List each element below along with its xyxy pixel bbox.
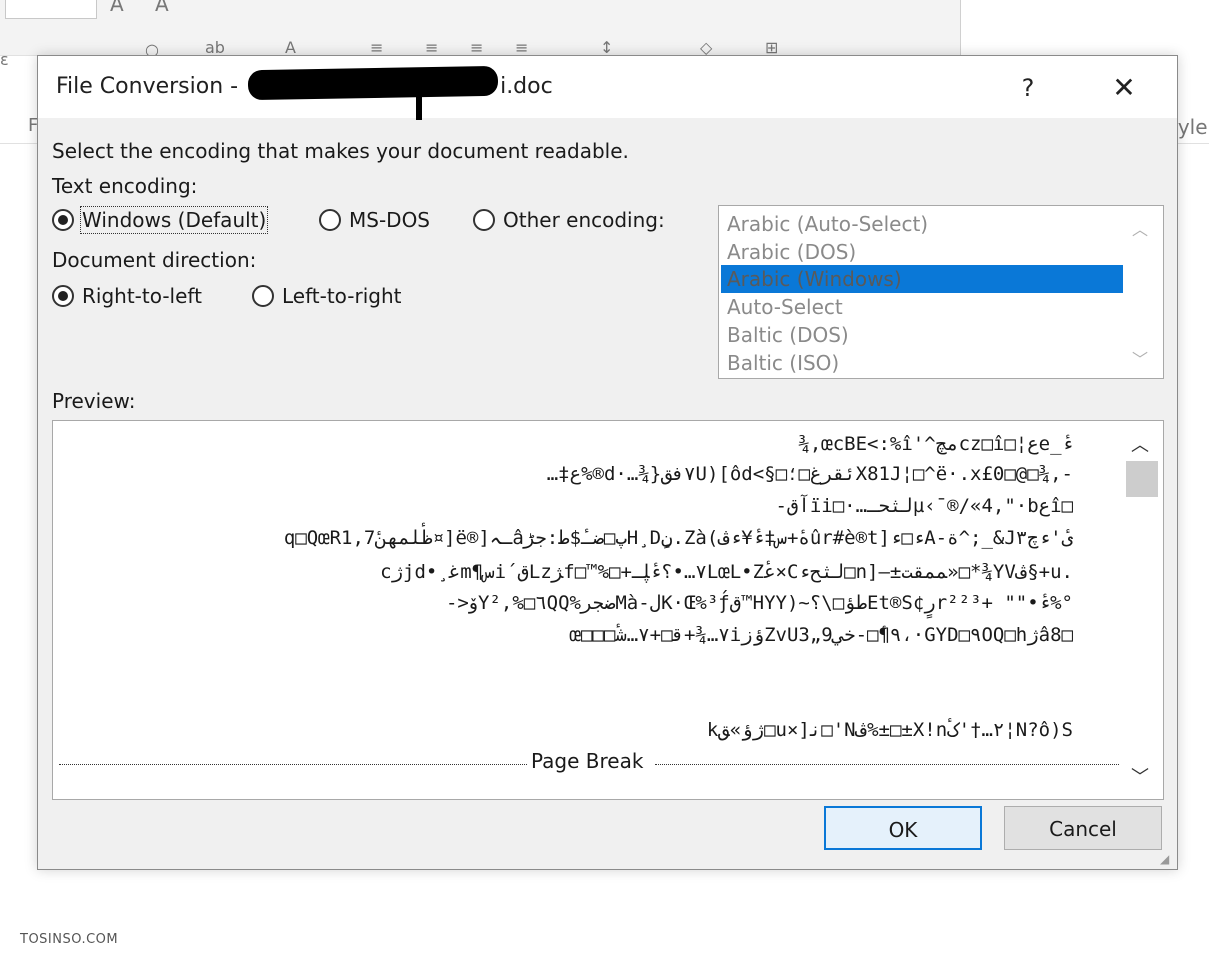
radio-right-to-left[interactable]: Right-to-left [52,280,202,312]
radio-circle[interactable] [473,209,495,231]
preview-line: cژjd•¸غ‍m¶سi´قL‍z‍ژf□™%□+٧…•؟ءٔ‍ڸـLœL•Zع… [380,561,1073,583]
document-direction-label: Document direction: [52,248,257,272]
radio-other-encoding[interactable]: Other encoding: [473,204,665,236]
radio-right-to-left-label[interactable]: Right-to-left [82,284,202,308]
ok-button[interactable]: OK [824,806,982,850]
redaction-mark [247,65,499,101]
redaction-mark-tail [416,70,422,120]
encoding-listbox[interactable]: Arabic (Auto-Select) Arabic (DOS) Arabic… [718,205,1164,379]
chevron-down-icon[interactable]: ﹀ [1131,763,1149,789]
radio-windows-default[interactable]: Windows (Default) [52,204,269,236]
cancel-button[interactable]: Cancel [1004,806,1162,850]
page-break-divider [59,764,527,765]
preview-line: kژؤ»‍ق□u×]ن‍□'Nڤ%±□±X!n٢…†'کٔ¦N?ô)S [706,719,1073,741]
radio-left-to-right[interactable]: Left-to-right [252,280,402,312]
ribbon-fragment-icon: ɛ [0,50,9,69]
encoding-option[interactable]: Auto-Select [721,293,1123,321]
font-size-box[interactable] [5,0,97,19]
encoding-option-selected[interactable]: Arabic (Windows) [721,265,1123,293]
help-button[interactable]: ? [1008,70,1048,106]
radio-ms-dos-label[interactable]: MS-DOS [349,208,430,232]
chevron-up-icon[interactable]: ︿ [1132,216,1148,240]
encoding-option[interactable]: Arabic (DOS) [721,238,1123,266]
preview-label: Preview: [52,389,136,413]
dialog-title-suffix: i.doc [500,74,553,99]
dialog-title-prefix: File Conversion - [56,74,246,99]
encoding-option[interactable]: Baltic (DOS) [721,321,1123,349]
preview-line: -آقïi□·…لثحـµ‹¯®/«4,"·bعî□ [775,495,1074,517]
preview-line: ¾,œcBE<:%î'^مچcz□î□¦عe_ءٔ [798,433,1073,455]
radio-circle-checked[interactable] [52,209,74,231]
encoding-option[interactable]: Baltic (ISO) [721,349,1123,377]
encoding-option[interactable]: Arabic (Auto-Select) [721,210,1123,238]
instruction-text: Select the encoding that makes your docu… [52,139,629,163]
preview-line: œ□□□٧…¾+ق‍□+٧…شٔ‍iؤزZvU3„9٩‍¶ٔ‍□-خي،·GYD… [569,624,1073,646]
preview-pane[interactable]: ¾,œcBE<:%î'^مچcz□î□¦عe_ءٔ …‡ع%®d·…¾}٧فقU… [52,420,1164,800]
file-conversion-dialog: File Conversion - i.doc ? ✕ Select the e… [37,55,1178,870]
preview-line: ->ۆY²,%□٦QQ%ض‍جرMà-لK·Œ%³ƒ́ق™HYY)~طؤ‍□\؟… [445,592,1073,614]
page-break-label: Page Break [531,749,644,773]
preview-line: q□QœRظٔلمهنٔ1,7¤]ë®]ـہâپ□ضـٔ$ط:جڑH¸Dٍن.Z… [283,527,1073,549]
watermark: TOSINSO.COM [20,932,119,947]
radio-left-to-right-label[interactable]: Left-to-right [282,284,402,308]
dialog-title-bar[interactable]: File Conversion - i.doc ? ✕ [38,56,1177,120]
radio-windows-label[interactable]: Windows (Default) [79,206,269,234]
close-icon[interactable]: ✕ [1104,70,1144,106]
radio-circle-checked[interactable] [52,285,74,307]
chevron-up-icon[interactable]: ︿ [1131,431,1149,457]
resize-grip-icon[interactable]: ◢ [1160,852,1174,866]
radio-other-encoding-label[interactable]: Other encoding: [503,208,665,232]
radio-circle[interactable] [319,209,341,231]
ribbon-divider [960,0,961,55]
preview-line: …‡ع%®d·…¾}٧فقU)[ôd<§□ئقرغ□؛X81J¦□^ë·.x£0… [546,463,1073,485]
text-encoding-label: Text encoding: [52,174,198,198]
chevron-down-icon[interactable]: ﹀ [1132,346,1148,370]
scrollbar-thumb[interactable] [1126,461,1158,497]
font-shrink-icon[interactable]: A [155,0,169,16]
radio-circle[interactable] [252,285,274,307]
font-grow-icon[interactable]: A [110,0,124,16]
radio-ms-dos[interactable]: MS-DOS [319,204,430,236]
page-break-divider [655,764,1119,765]
